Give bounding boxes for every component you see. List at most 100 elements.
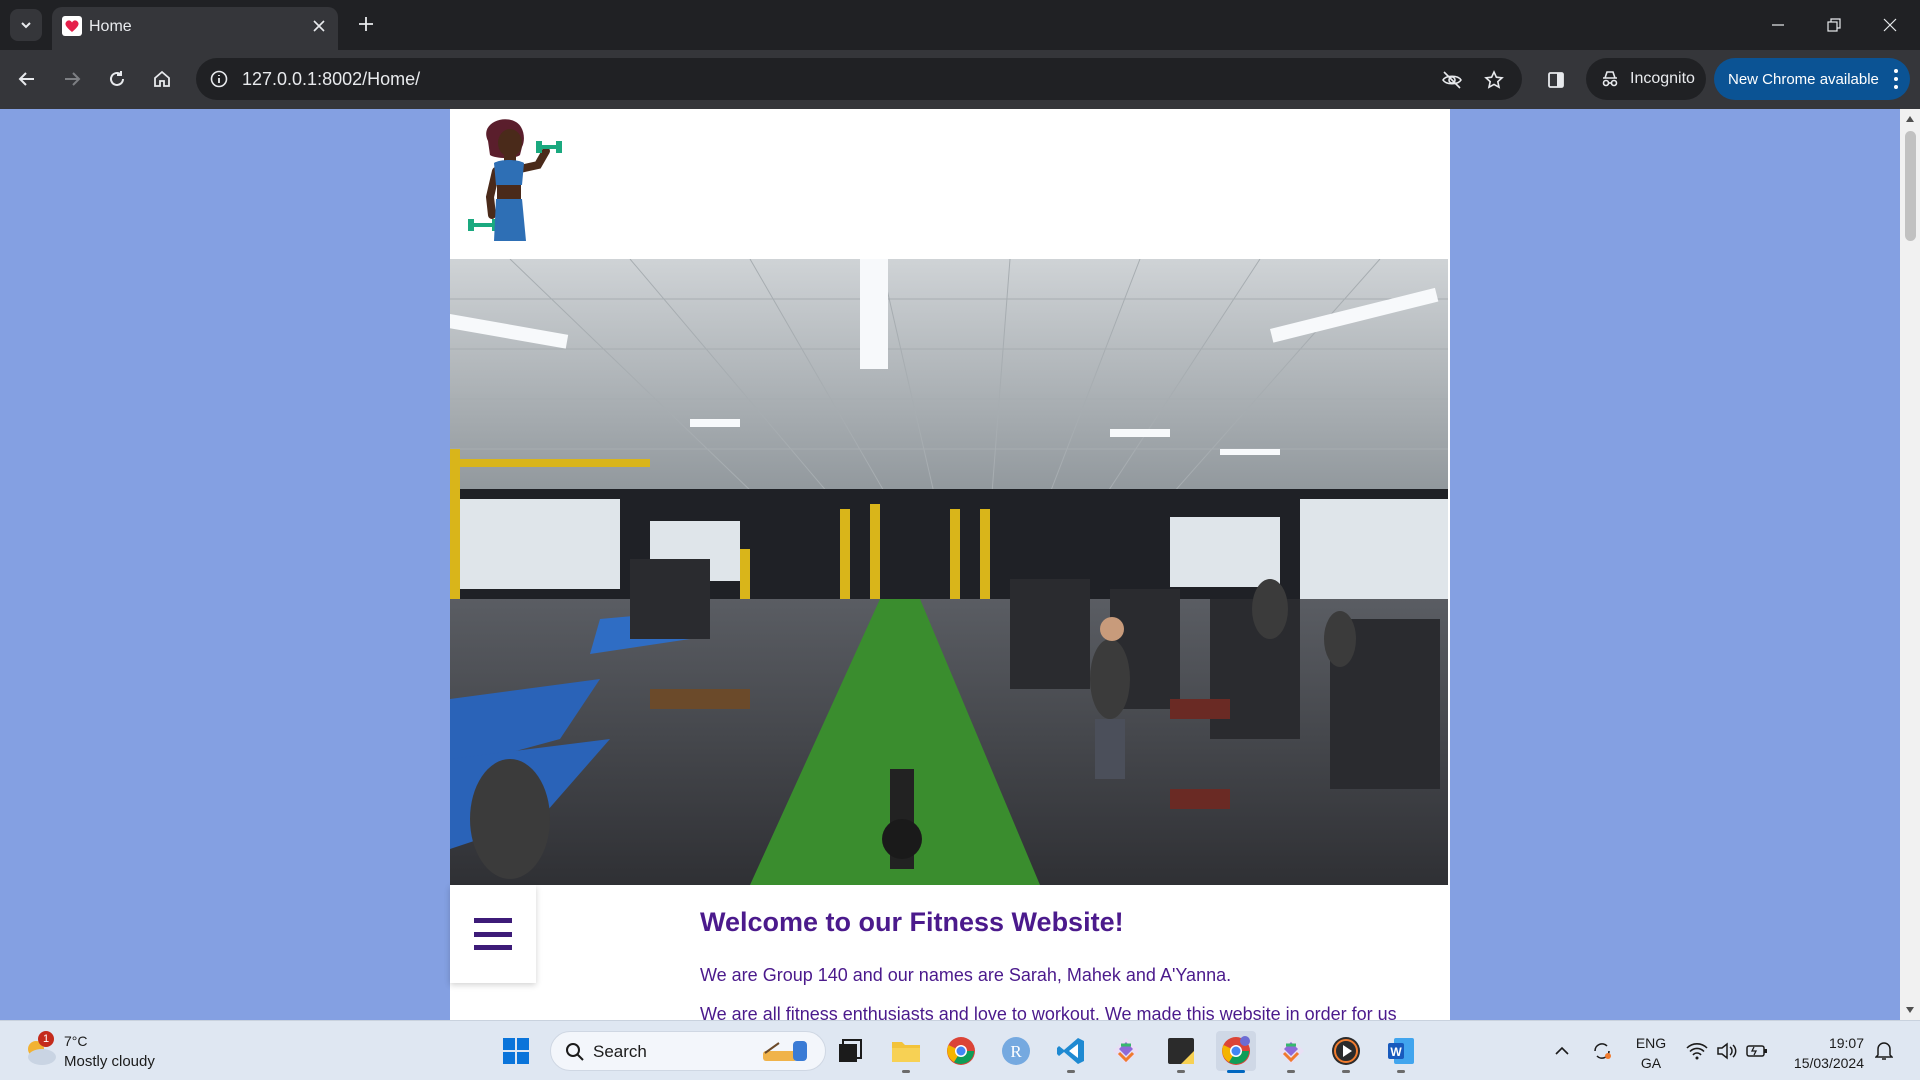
window-close-button[interactable] [1862, 0, 1918, 50]
search-icon [566, 1043, 584, 1061]
minimize-button[interactable] [1750, 0, 1806, 50]
menu-button[interactable] [450, 885, 536, 983]
side-panel-button[interactable] [1540, 64, 1572, 96]
clock[interactable]: 19:07 15/03/2024 [1782, 1033, 1864, 1073]
r-app-icon: R [1002, 1037, 1030, 1065]
chevron-down-icon [21, 22, 31, 29]
task-view-button[interactable] [830, 1031, 870, 1071]
search-highlight-icon [763, 1041, 807, 1061]
clock-time: 19:07 [1828, 1035, 1864, 1051]
browser-toolbar: 127.0.0.1:8002/Home/ Incognito New Chrom… [0, 50, 1920, 109]
eye-off-icon [1442, 71, 1462, 89]
minimize-icon [1772, 24, 1784, 26]
word-icon: W [1388, 1038, 1414, 1064]
wifi-icon [1686, 1043, 1708, 1060]
task-view-icon [839, 1039, 862, 1062]
taskbar-git-app[interactable] [1106, 1031, 1146, 1071]
wifi-button[interactable] [1685, 1039, 1709, 1063]
tracking-protection-button[interactable] [1438, 66, 1466, 94]
taskbar-sticky-notes[interactable] [1161, 1031, 1201, 1073]
arrow-right-icon [65, 72, 81, 86]
update-chrome-button[interactable]: New Chrome available [1714, 58, 1910, 100]
weather-widget[interactable]: 1 7°C Mostly cloudy [22, 1031, 182, 1073]
weather-description: Mostly cloudy [64, 1053, 155, 1070]
back-button[interactable] [10, 62, 44, 96]
sync-icon [1594, 1043, 1611, 1059]
start-button[interactable] [496, 1031, 536, 1071]
tab-home[interactable]: Home [52, 7, 338, 50]
notifications-button[interactable] [1872, 1039, 1896, 1063]
taskbar-word[interactable]: W [1381, 1031, 1421, 1073]
weather-temp: 7°C [64, 1033, 88, 1049]
weather-alert-badge: 1 [38, 1031, 54, 1047]
site-info-button[interactable] [206, 66, 232, 92]
caret-up-icon [1906, 116, 1914, 122]
welcome-title: Welcome to our Fitness Website! [700, 907, 1124, 937]
battery-button[interactable] [1745, 1039, 1769, 1063]
volume-button[interactable] [1715, 1039, 1739, 1063]
info-icon [210, 70, 228, 88]
incognito-label: Incognito [1630, 70, 1695, 87]
forward-button[interactable] [55, 62, 89, 96]
intro-paragraph: We are all fitness enthusiasts and love … [700, 1004, 1397, 1020]
taskbar-search[interactable]: Search [550, 1031, 826, 1071]
folder-icon [892, 1042, 920, 1062]
update-label: New Chrome available [1728, 70, 1879, 88]
url-text[interactable]: 127.0.0.1:8002/Home/ [242, 69, 420, 90]
intro-paragraph: We are Group 140 and our names are Sarah… [700, 965, 1232, 985]
taskbar-chrome-active[interactable] [1216, 1031, 1256, 1073]
taskbar: 1 7°C Mostly cloudy Search R W ENG GA 19… [0, 1020, 1920, 1080]
hamburger-icon [474, 918, 512, 950]
star-icon [1484, 70, 1504, 89]
play-icon [1332, 1037, 1360, 1065]
taskbar-git-app-2[interactable] [1271, 1031, 1311, 1073]
bell-icon [1875, 1042, 1893, 1060]
plus-icon [359, 17, 373, 31]
taskbar-file-explorer[interactable] [886, 1031, 926, 1073]
close-icon [313, 20, 325, 32]
language-code: ENG [1635, 1035, 1667, 1051]
incognito-indicator[interactable]: Incognito [1586, 58, 1706, 100]
svg-text:W: W [1390, 1045, 1402, 1059]
git-diamond-icon [1278, 1038, 1304, 1064]
woman-lifting-dumbbells-logo [466, 115, 582, 247]
tab-strip: Home [0, 0, 1920, 50]
sticky-notes-icon [1168, 1038, 1194, 1064]
chrome-icon [1222, 1036, 1250, 1065]
tab-search-button[interactable] [10, 9, 42, 41]
clock-date: 15/03/2024 [1793, 1055, 1864, 1071]
sync-status-button[interactable] [1590, 1039, 1614, 1063]
show-hidden-icons-button[interactable] [1550, 1039, 1574, 1063]
page-viewport: Welcome to our Fitness Website! We are G… [0, 109, 1900, 1020]
scroll-down-button[interactable] [1900, 1002, 1920, 1018]
restore-icon [1827, 18, 1841, 32]
taskbar-media-player[interactable] [1326, 1031, 1366, 1073]
bookmark-button[interactable] [1480, 66, 1508, 94]
taskbar-vscode[interactable] [1051, 1031, 1091, 1073]
gym-interior-photo [450, 259, 1448, 885]
tab-title: Home [89, 18, 132, 35]
address-bar[interactable]: 127.0.0.1:8002/Home/ [196, 58, 1522, 100]
page-container: Welcome to our Fitness Website! We are G… [450, 109, 1450, 1020]
caret-down-icon [1906, 1007, 1914, 1013]
reload-icon [110, 71, 124, 86]
incognito-icon [1602, 71, 1618, 87]
more-options-icon [1894, 69, 1898, 89]
close-tab-button[interactable] [308, 15, 330, 37]
reload-button[interactable] [100, 62, 134, 96]
arrow-left-icon [18, 72, 34, 86]
new-tab-button[interactable] [352, 10, 380, 38]
taskbar-chrome[interactable] [941, 1031, 981, 1071]
taskbar-r-app[interactable]: R [996, 1031, 1036, 1071]
page-scrollbar[interactable] [1900, 109, 1920, 1020]
scroll-thumb[interactable] [1905, 131, 1916, 241]
close-icon [1883, 18, 1897, 32]
restore-button[interactable] [1806, 0, 1862, 50]
chevron-up-icon [1555, 1046, 1569, 1055]
heart-icon [62, 16, 82, 36]
git-diamond-icon [1113, 1038, 1139, 1064]
language-indicator[interactable]: ENG GA [1634, 1033, 1668, 1073]
scroll-up-button[interactable] [1900, 111, 1920, 127]
home-button[interactable] [145, 62, 179, 96]
vscode-icon [1057, 1038, 1084, 1064]
